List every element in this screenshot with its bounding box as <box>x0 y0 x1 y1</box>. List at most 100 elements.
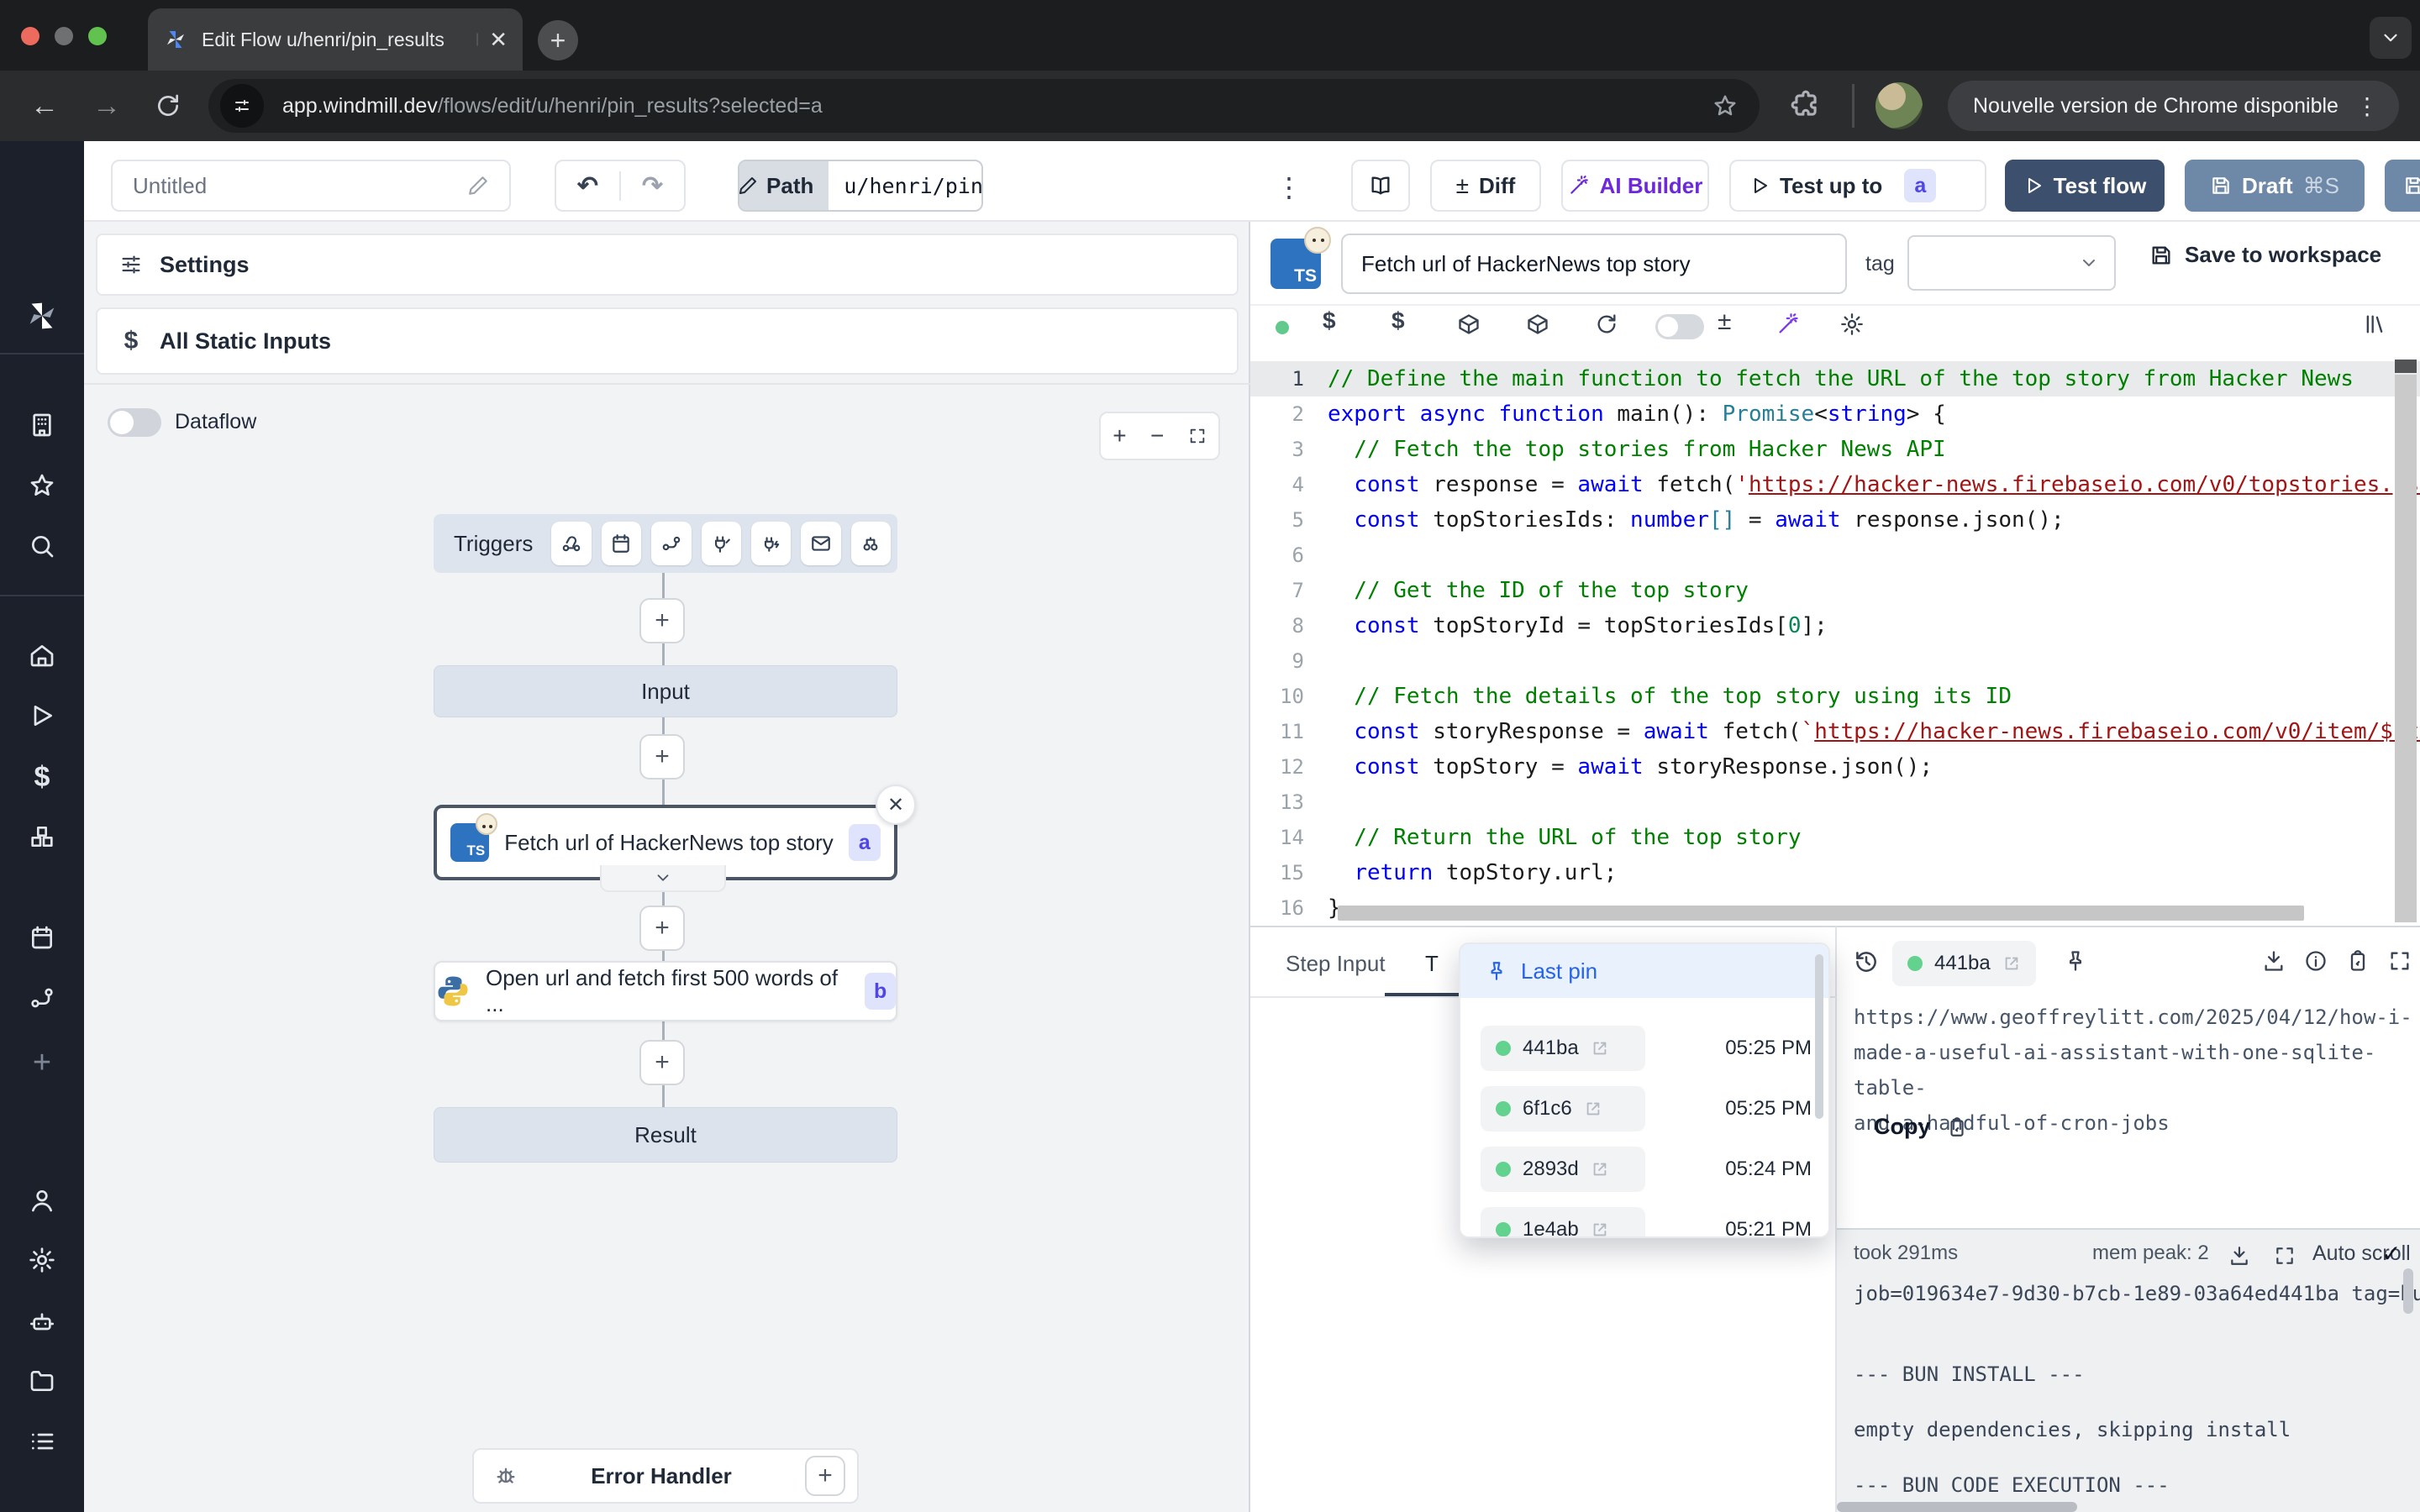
code-line[interactable]: 7 // Get the ID of the top story <box>1250 573 2420 608</box>
history-icon[interactable] <box>1854 949 1879 974</box>
folders-icon[interactable] <box>0 1368 84 1394</box>
ai-wand-icon[interactable] <box>1776 312 1800 336</box>
code-line[interactable]: 3 // Fetch the top stories from Hacker N… <box>1250 432 2420 467</box>
add-step-button[interactable]: + <box>639 1040 685 1085</box>
pin-item[interactable]: 6f1c6 05:25 PM <box>1481 1085 1812 1132</box>
external-link-icon[interactable] <box>2002 954 2021 973</box>
routes-icon[interactable] <box>0 984 84 1011</box>
code-line[interactable]: 14 // Return the URL of the top story <box>1250 820 2420 855</box>
resources-picker-icon[interactable]: $ <box>1392 307 1405 334</box>
ai-builder-button[interactable]: AI Builder <box>1561 160 1709 212</box>
code-line[interactable]: 12 const topStory = await storyResponse.… <box>1250 749 2420 785</box>
omnibox[interactable]: app.windmill.dev/flows/edit/u/henri/pin_… <box>208 79 1760 133</box>
expand-logs-icon[interactable] <box>2274 1245 2296 1267</box>
email-trigger-icon[interactable] <box>801 522 840 565</box>
code-line[interactable]: 9 <box>1250 643 2420 679</box>
reload-icon[interactable] <box>155 92 182 119</box>
add-step-button[interactable]: + <box>639 734 685 780</box>
collapse-step-chevron[interactable] <box>600 865 726 892</box>
undo-button[interactable]: ↶ <box>556 171 619 201</box>
input-node[interactable]: Input <box>434 665 897 717</box>
job-id-chip[interactable]: 1e4ab <box>1481 1207 1645 1238</box>
zoom-out-icon[interactable]: − <box>1150 423 1164 449</box>
forward-icon[interactable]: → <box>92 90 121 123</box>
minimize-window-button[interactable] <box>55 27 73 45</box>
bookmark-star-icon[interactable] <box>1712 93 1738 118</box>
tab-test-this-step[interactable]: T <box>1425 951 1439 977</box>
redo-button[interactable]: ↷ <box>619 171 684 201</box>
triggers-node[interactable]: Triggers <box>434 514 897 573</box>
new-tab-button[interactable]: + <box>538 20 578 60</box>
webhook-trigger-icon[interactable] <box>551 522 591 565</box>
workers-robot-icon[interactable] <box>0 1309 84 1336</box>
extensions-icon[interactable] <box>1790 89 1822 121</box>
zoom-in-icon[interactable]: + <box>1113 423 1126 449</box>
editor-settings-gear-icon[interactable] <box>1840 312 1864 336</box>
package-icon[interactable] <box>1526 312 1549 336</box>
dataflow-toggle[interactable] <box>108 408 161 437</box>
tab-search-button[interactable] <box>2370 17 2412 59</box>
kafka-trigger-icon[interactable] <box>751 522 791 565</box>
code-vertical-scrollbar[interactable] <box>2395 375 2417 922</box>
download-logs-icon[interactable] <box>2228 1245 2250 1267</box>
fullscreen-icon[interactable] <box>1188 427 1207 445</box>
last-pin-option[interactable]: Last pin <box>1460 944 1828 998</box>
tab-close-icon[interactable]: ✕ <box>489 27 508 53</box>
logs-vertical-scrollbar[interactable] <box>2403 1268 2413 1314</box>
back-icon[interactable]: ← <box>30 90 59 123</box>
user-icon[interactable] <box>0 1187 84 1214</box>
close-window-button[interactable] <box>21 27 39 45</box>
library-icon[interactable] <box>2363 312 2386 336</box>
code-line[interactable]: 2export async function main(): Promise<s… <box>1250 396 2420 432</box>
code-line[interactable]: 10 // Fetch the details of the top story… <box>1250 679 2420 714</box>
home-icon[interactable] <box>0 642 84 669</box>
remove-step-button[interactable]: ✕ <box>876 785 916 825</box>
copy-button[interactable]: Copy <box>1874 1114 1968 1140</box>
code-line[interactable]: 6 <box>1250 538 2420 573</box>
job-id-chip[interactable]: 2893d <box>1481 1147 1645 1192</box>
code-editor[interactable]: 1// Define the main function to fetch th… <box>1250 356 2420 926</box>
pin-item[interactable]: 2893d 05:24 PM <box>1481 1146 1812 1193</box>
site-settings-icon[interactable] <box>220 84 264 128</box>
flow-settings-row[interactable]: Settings <box>96 234 1239 296</box>
tab-step-input[interactable]: Step Input <box>1286 951 1386 977</box>
pin-item[interactable]: 441ba 05:25 PM <box>1481 1025 1812 1072</box>
audit-logs-icon[interactable] <box>0 1428 84 1455</box>
favorites-star-icon[interactable] <box>0 472 84 499</box>
save-to-workspace-button[interactable]: Save to workspace <box>2149 242 2381 268</box>
download-icon[interactable] <box>2262 949 2286 973</box>
package-icon[interactable] <box>1457 312 1481 336</box>
poll-trigger-icon[interactable] <box>851 522 891 565</box>
code-line[interactable]: 15 return topStory.url; <box>1250 855 2420 890</box>
step-name-input[interactable]: Fetch url of HackerNews top story <box>1341 234 1847 294</box>
browser-tab[interactable]: Edit Flow u/henri/pin_results | ✕ <box>148 8 523 71</box>
runs-icon[interactable] <box>0 702 84 729</box>
chrome-update-pill[interactable]: Nouvelle version de Chrome disponible ⋮ <box>1948 81 2399 131</box>
schedule-trigger-icon[interactable] <box>602 522 641 565</box>
code-line[interactable]: 8 const topStoryId = topStoriesIds[0]; <box>1250 608 2420 643</box>
logs-horizontal-scrollbar[interactable] <box>1837 1502 2077 1512</box>
code-line[interactable]: 1// Define the main function to fetch th… <box>1250 361 2420 396</box>
flow-name-input[interactable]: Untitled <box>111 160 511 212</box>
chrome-menu-kebab-icon[interactable]: ⋮ <box>2355 92 2379 120</box>
variables-icon[interactable]: $ <box>0 761 84 794</box>
windmill-logo[interactable] <box>0 297 84 335</box>
settings-gear-icon[interactable] <box>0 1247 84 1273</box>
more-options-kebab-icon[interactable]: ⋮ <box>1276 171 1302 203</box>
tag-select[interactable] <box>1907 235 2116 291</box>
info-icon[interactable] <box>2304 949 2328 973</box>
add-item-icon[interactable]: + <box>0 1045 84 1081</box>
code-horizontal-scrollbar[interactable] <box>1338 906 2304 921</box>
edit-pencil-icon[interactable] <box>467 175 489 197</box>
pin-item[interactable]: 1e4ab 05:21 PM <box>1481 1206 1812 1238</box>
code-line[interactable]: 13 <box>1250 785 2420 820</box>
code-line[interactable]: 4 const response = await fetch('https://… <box>1250 467 2420 502</box>
draft-button[interactable]: Draft ⌘S <box>2185 160 2365 212</box>
add-step-button[interactable]: + <box>639 906 685 951</box>
test-flow-button[interactable]: Test flow <box>2005 160 2165 212</box>
add-step-button[interactable]: + <box>639 598 685 643</box>
job-id-chip[interactable]: 441ba <box>1892 941 2036 986</box>
result-node[interactable]: Result <box>434 1107 897 1163</box>
dropdown-scrollbar[interactable] <box>1815 954 1823 1119</box>
auto-scroll-checkbox[interactable]: ✓ <box>2381 1240 2401 1268</box>
